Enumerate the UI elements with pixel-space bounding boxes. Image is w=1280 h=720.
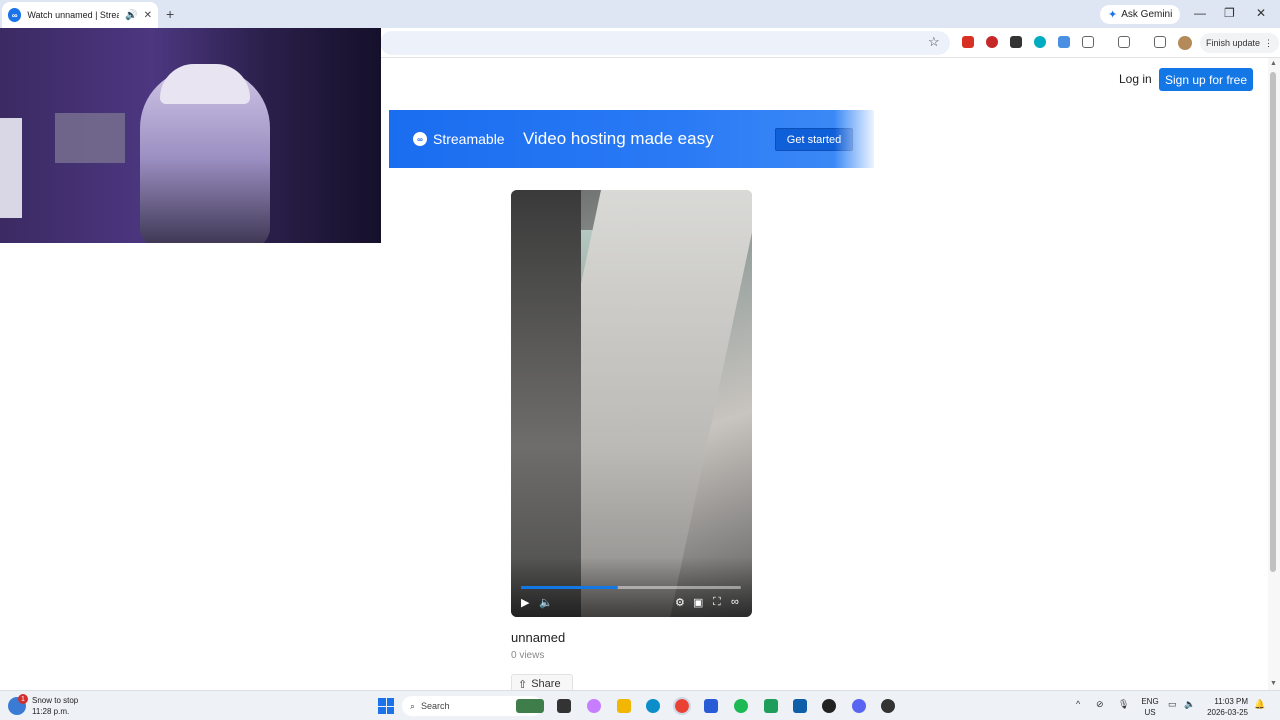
- video-frame: [511, 190, 581, 617]
- tab-search-icon[interactable]: [1118, 36, 1130, 48]
- language-indicator[interactable]: ENG US: [1140, 696, 1160, 718]
- region-code: US: [1144, 708, 1156, 717]
- media-controls-icon[interactable]: [1154, 36, 1166, 48]
- volume-icon[interactable]: 🔈: [539, 596, 553, 609]
- file-explorer-icon[interactable]: [617, 699, 631, 713]
- extensions-puzzle-icon[interactable]: [1082, 36, 1094, 48]
- system-clock[interactable]: 11:03 PM 2026-03-25: [1200, 696, 1248, 718]
- notifications-icon[interactable]: 🔔: [1254, 699, 1265, 710]
- finish-update-button[interactable]: Finish update ⋮: [1200, 33, 1280, 53]
- video-title: unnamed: [511, 630, 566, 645]
- banner-logo: ∞ Streamable: [413, 131, 505, 147]
- copilot-icon[interactable]: [587, 699, 601, 713]
- language-code: ENG: [1141, 697, 1159, 706]
- extension-icon[interactable]: [962, 36, 974, 48]
- taskbar-app-icon[interactable]: [881, 699, 895, 713]
- banner-brand: Streamable: [433, 131, 505, 147]
- scroll-down-icon[interactable]: ▼: [1270, 680, 1277, 687]
- kebab-menu-icon: ⋮: [1264, 37, 1274, 48]
- ask-gemini-button[interactable]: ✦ Ask Gemini: [1100, 5, 1181, 24]
- start-button[interactable]: [378, 698, 394, 714]
- banner-fade: [834, 110, 874, 168]
- signup-button[interactable]: Sign up for free: [1159, 68, 1253, 91]
- login-link[interactable]: Log in: [1119, 72, 1152, 86]
- settings-icon[interactable]: ⚙: [675, 596, 685, 609]
- new-tab-button[interactable]: +: [166, 6, 174, 22]
- minimize-button[interactable]: —: [1194, 6, 1206, 20]
- browser-tab[interactable]: ∞ Watch unnamed | Streamable 🔊 ✕: [2, 2, 158, 28]
- tab-close-icon[interactable]: ✕: [144, 10, 152, 21]
- picture-in-picture-icon[interactable]: ▣: [693, 596, 703, 609]
- fullscreen-icon[interactable]: ⛶: [713, 596, 721, 609]
- webcam-streamer: [160, 64, 250, 104]
- tray-overflow-icon[interactable]: ^: [1076, 699, 1080, 709]
- streamable-logo-icon: ∞: [413, 132, 427, 146]
- streamable-icon: ∞: [8, 8, 22, 22]
- profile-avatar[interactable]: [1178, 36, 1192, 50]
- video-progress-played: [521, 586, 618, 589]
- video-player[interactable]: ▶ 🔈 ⚙ ▣ ⛶ ∞: [511, 190, 752, 617]
- ask-gemini-label: Ask Gemini: [1121, 9, 1173, 20]
- search-label: Search: [421, 701, 450, 711]
- weather-widget[interactable]: 1 Snow to stop 11:28 p.m.: [8, 694, 79, 717]
- discord-icon[interactable]: [852, 699, 866, 713]
- extension-icon[interactable]: [1034, 36, 1046, 48]
- video-views: 0 views: [511, 650, 545, 661]
- gemini-spark-icon: ✦: [1108, 9, 1118, 21]
- finish-update-label: Finish update: [1206, 38, 1261, 48]
- chrome-icon[interactable]: [673, 697, 691, 715]
- network-icon[interactable]: ⊘: [1096, 699, 1104, 710]
- edge-icon[interactable]: [646, 699, 660, 713]
- browser-tab-strip: ∞ Watch unnamed | Streamable 🔊 ✕ + ✦ Ask…: [0, 0, 1280, 28]
- scrollbar-thumb[interactable]: [1270, 72, 1276, 572]
- display-icon[interactable]: ▭: [1168, 699, 1177, 710]
- weather-time: 11:28 p.m.: [32, 707, 70, 716]
- extension-icon[interactable]: [986, 36, 998, 48]
- video-progress-bar[interactable]: [521, 586, 741, 589]
- share-icon: ⇧: [518, 678, 528, 691]
- taskbar-app-icon[interactable]: [822, 699, 836, 713]
- taskbar-app-icon[interactable]: [704, 699, 718, 713]
- scroll-up-icon[interactable]: ▲: [1270, 60, 1277, 67]
- streamable-logo-icon[interactable]: ∞: [731, 596, 739, 608]
- banner-tagline: Video hosting made easy: [523, 129, 714, 148]
- restore-button[interactable]: ❐: [1224, 6, 1235, 20]
- share-label: Share: [531, 678, 561, 690]
- webcam-background: [55, 113, 125, 163]
- weather-text: Snow to stop: [32, 696, 79, 705]
- weather-icon: 1: [8, 694, 28, 715]
- promo-banner[interactable]: ∞ Streamable Video hosting made easy Get…: [389, 110, 874, 168]
- close-window-button[interactable]: ✕: [1256, 6, 1266, 20]
- volume-icon[interactable]: 🔈: [1184, 699, 1195, 710]
- play-icon[interactable]: ▶: [521, 596, 529, 609]
- task-view-icon[interactable]: [557, 699, 571, 713]
- tab-title: Watch unnamed | Streamable: [27, 10, 120, 20]
- webcam-background: [0, 118, 22, 218]
- notification-badge: 1: [18, 694, 28, 704]
- bookmark-star-icon[interactable]: ☆: [928, 34, 940, 50]
- spotify-icon[interactable]: [734, 699, 748, 713]
- windows-taskbar: 1 Snow to stop 11:28 p.m. ⌕ Search ^ ⊘ 🎙…: [0, 690, 1280, 720]
- taskbar-app-icon[interactable]: [793, 699, 807, 713]
- clock-date: 2026-03-25: [1207, 708, 1248, 717]
- tab-audio-icon[interactable]: 🔊: [125, 10, 137, 21]
- search-highlight-icon[interactable]: [516, 699, 544, 713]
- extension-icon[interactable]: [1010, 36, 1022, 48]
- extension-icon[interactable]: [1058, 36, 1070, 48]
- clock-time: 11:03 PM: [1214, 697, 1248, 706]
- search-icon: ⌕: [410, 700, 416, 711]
- webcam-overlay: [0, 28, 381, 243]
- taskbar-app-icon[interactable]: [764, 699, 778, 713]
- address-bar[interactable]: [380, 31, 950, 55]
- microphone-icon[interactable]: 🎙: [1118, 699, 1129, 710]
